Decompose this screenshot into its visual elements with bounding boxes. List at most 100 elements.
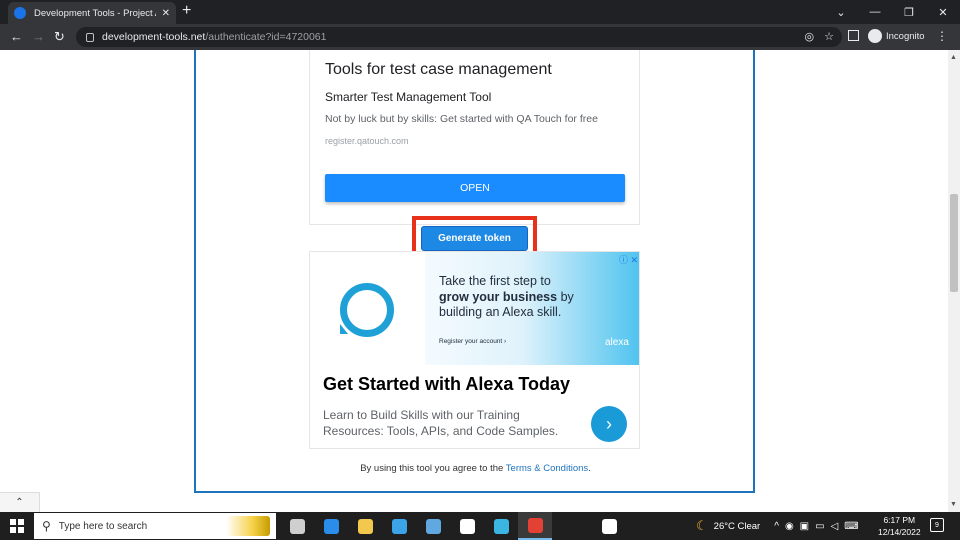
keyboard-icon[interactable]: ⌨ [844, 521, 858, 532]
eye-off-icon[interactable]: ◎ [805, 30, 815, 43]
clock-time: 6:17 PM [883, 515, 916, 525]
chrome-icon[interactable] [518, 512, 552, 540]
new-tab-icon[interactable]: + [182, 3, 191, 19]
weather-text[interactable]: 26°C Clear [714, 521, 761, 532]
alexa-brand: alexa [605, 337, 629, 348]
banner-bold-text: grow your business [439, 290, 558, 304]
mail-icon[interactable] [416, 512, 450, 540]
windows-taskbar: ⚲ Type here to search ☾ 26°C Clear ^ ◉ ▣… [0, 512, 960, 540]
site-favicon-icon [14, 7, 26, 19]
file-explorer-glyph [357, 518, 373, 534]
help-glyph [601, 518, 617, 534]
url-host: development-tools.net [102, 31, 206, 43]
kodi-glyph [493, 518, 509, 534]
kodi-icon[interactable] [484, 512, 518, 540]
page-viewport: Tools for test case management Smarter T… [0, 50, 948, 512]
alexa-banner[interactable]: Take the first step to grow your busines… [425, 252, 639, 365]
mail-glyph [425, 518, 441, 534]
adchoices-icon[interactable]: ⓘ ✕ [619, 253, 638, 266]
system-tray: ☾ 26°C Clear ^ ◉ ▣ ▭ ◁ ⌨ [696, 512, 859, 540]
browser-tab-bar: Development Tools - Project Auth ✕ + ⌄ —… [0, 0, 960, 24]
chevron-right-icon[interactable]: › [591, 406, 627, 442]
alexa-ad-desc-line-2: Resources: Tools, APIs, and Code Samples… [323, 424, 559, 438]
chrome-glyph [527, 517, 543, 533]
incognito-icon [868, 29, 882, 43]
side-panel-icon[interactable] [848, 30, 859, 41]
weather-moon-icon[interactable]: ☾ [696, 518, 708, 534]
page-scrollbar[interactable]: ▲ ▼ [948, 50, 960, 512]
ad-subtitle: Smarter Test Management Tool [325, 90, 492, 104]
terms-notice: By using this tool you agree to the Term… [195, 463, 756, 474]
close-tab-icon[interactable]: ✕ [162, 8, 170, 19]
bookmark-star-icon[interactable]: ☆ [824, 30, 834, 43]
address-bar-icons: ◎ ☆ [805, 30, 834, 43]
alexa-ad-card[interactable]: Take the first step to grow your busines… [309, 251, 640, 449]
banner-line-3: building an Alexa skill. [439, 305, 562, 319]
edge-icon[interactable] [314, 512, 348, 540]
help-icon[interactable] [592, 512, 626, 540]
windows-start-icon[interactable] [10, 519, 24, 533]
alexa-logo-area [310, 252, 425, 365]
alexa-logo-tail [340, 324, 348, 334]
taskbar-apps [280, 512, 626, 540]
incognito-indicator[interactable]: Incognito [868, 29, 925, 43]
screen-icon[interactable]: ▣ [800, 521, 809, 532]
terms-prefix: By using this tool you agree to the [360, 463, 506, 474]
ad-title: Tools for test case management [325, 61, 552, 78]
banner-line-1: Take the first step to [439, 274, 551, 288]
terms-link[interactable]: Terms & Conditions [506, 463, 588, 474]
chevron-up-icon[interactable]: ⌃ [0, 492, 40, 512]
volume-icon[interactable]: ◁ [831, 521, 839, 532]
banner-register-link[interactable]: Register your account › [439, 338, 506, 345]
show-hidden-icons-icon[interactable]: ^ [774, 521, 779, 532]
ad-description: Not by luck but by skills: Get started w… [325, 113, 598, 125]
record-icon[interactable]: ◉ [785, 521, 794, 532]
minimize-icon[interactable]: — [858, 0, 892, 24]
restore-icon[interactable]: ❐ [892, 0, 926, 24]
hp-glyph [459, 518, 475, 534]
clock-date: 12/14/2022 [878, 527, 921, 537]
edge-glyph [323, 518, 339, 534]
scroll-down-icon[interactable]: ▼ [950, 501, 957, 508]
close-window-icon[interactable]: ✕ [926, 0, 960, 24]
alexa-ad-title[interactable]: Get Started with Alexa Today [323, 374, 570, 395]
ad-open-button[interactable]: OPEN [325, 174, 625, 202]
notification-icon[interactable]: 9 [930, 518, 944, 532]
banner-line-2: grow your business by [439, 290, 574, 304]
taskbar-search-placeholder: Type here to search [58, 520, 148, 532]
reload-icon[interactable]: ↻ [54, 29, 65, 45]
task-view-icon[interactable] [280, 512, 314, 540]
taskbar-clock[interactable]: 6:17 PM 12/14/2022 [878, 514, 921, 538]
file-explorer-icon[interactable] [348, 512, 382, 540]
scroll-up-icon[interactable]: ▲ [950, 54, 957, 61]
store-icon[interactable] [382, 512, 416, 540]
task-view-glyph [289, 518, 305, 534]
banner-line-2-rest: by [557, 290, 574, 304]
taskbar-search-box[interactable]: ⚲ Type here to search [34, 513, 276, 539]
address-bar[interactable]: development-tools.net/authenticate?id=47… [76, 27, 842, 47]
store-glyph [391, 518, 407, 534]
qatouch-ad-card[interactable]: Tools for test case management Smarter T… [309, 50, 640, 225]
browser-tab[interactable]: Development Tools - Project Auth ✕ [8, 2, 176, 24]
generate-token-button[interactable]: Generate token [421, 226, 528, 251]
search-highlight-art [226, 516, 270, 536]
network-icon[interactable]: ▭ [815, 521, 824, 532]
terms-suffix: . [588, 463, 591, 474]
tab-title: Development Tools - Project Auth [34, 7, 156, 19]
tray-icons: ^ ◉ ▣ ▭ ◁ ⌨ [774, 521, 858, 532]
url-path: /authenticate?id=4720061 [205, 31, 327, 43]
browser-toolbar: ← → ↻ development-tools.net/authenticate… [0, 24, 960, 50]
lock-icon [86, 32, 94, 42]
incognito-label: Incognito [886, 30, 925, 42]
back-arrow-icon[interactable]: ← [10, 29, 23, 45]
window-controls: ⌄ — ❐ ✕ [824, 0, 960, 24]
scroll-thumb[interactable] [950, 194, 958, 292]
tab-search-icon[interactable]: ⌄ [824, 0, 858, 24]
hp-icon[interactable] [450, 512, 484, 540]
search-icon: ⚲ [42, 519, 51, 533]
ad-domain: register.qatouch.com [325, 136, 409, 146]
alexa-ad-desc-line-1: Learn to Build Skills with our Training [323, 408, 520, 422]
browser-menu-icon[interactable]: ⋮ [936, 29, 948, 43]
alexa-logo-icon [340, 283, 394, 337]
forward-arrow-icon[interactable]: → [32, 29, 45, 45]
